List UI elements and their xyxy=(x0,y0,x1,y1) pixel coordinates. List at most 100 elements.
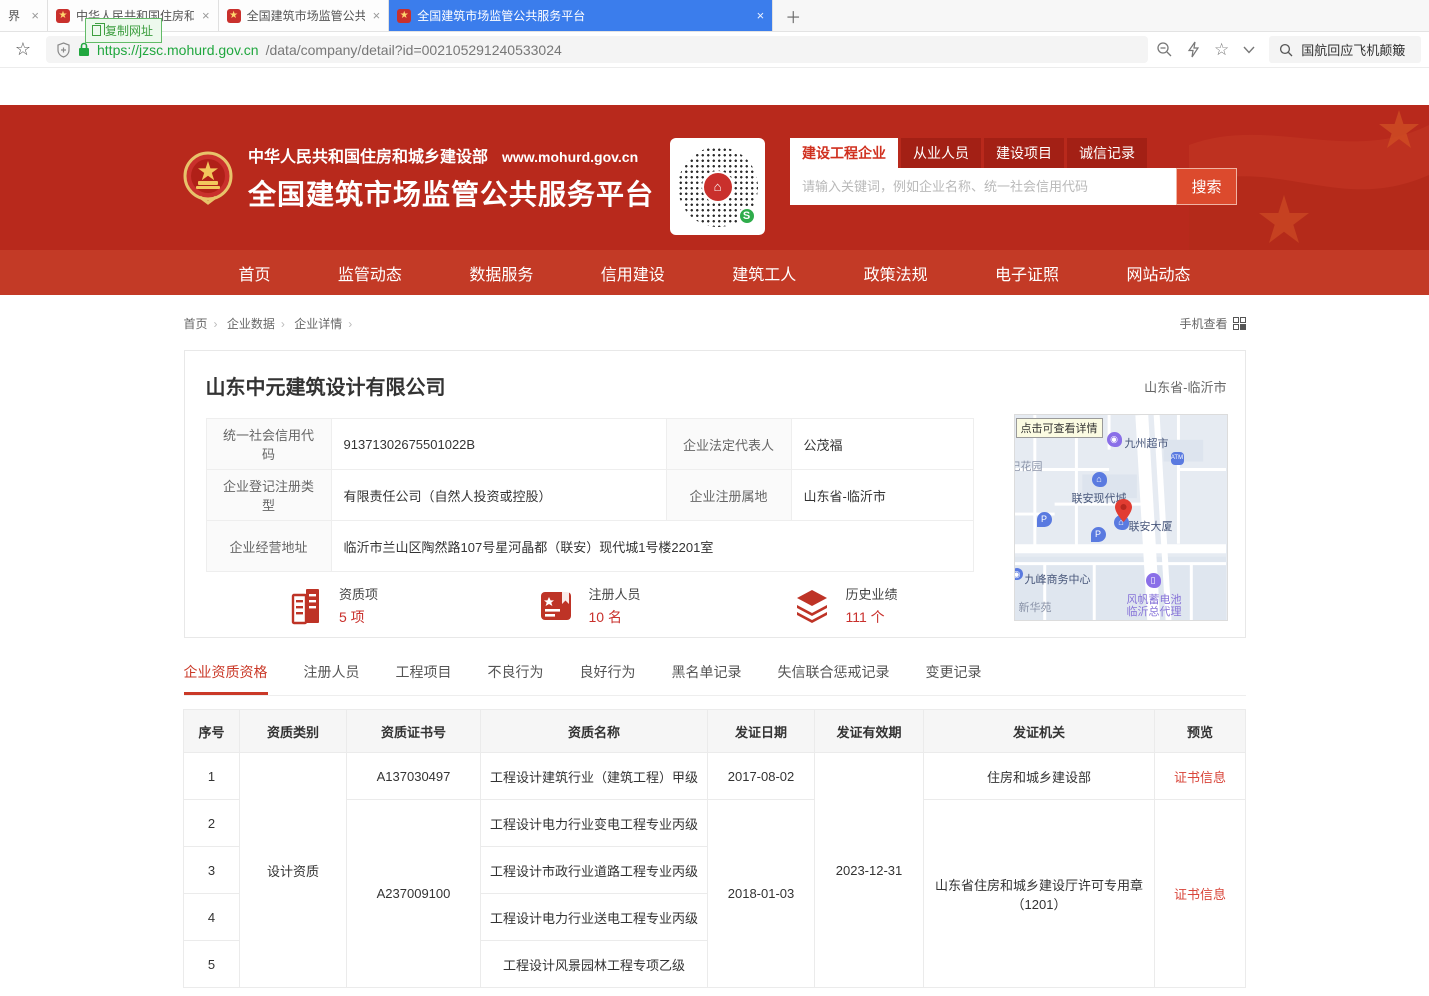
tab-dishonesty[interactable]: 失信联合惩戒记录 xyxy=(778,662,890,695)
spacer xyxy=(0,68,1429,105)
chevron-down-icon[interactable] xyxy=(1243,46,1255,54)
shield-plus-icon xyxy=(56,42,71,58)
wechat-icon: S xyxy=(738,207,756,225)
browser-tab-active[interactable]: ★ 全国建筑市场监管公共服务平台 × xyxy=(389,0,773,31)
tab-qualifications[interactable]: 企业资质资格 xyxy=(184,662,268,695)
tab-good-behavior[interactable]: 良好行为 xyxy=(580,662,636,695)
copy-url-tooltip[interactable]: 复制网址 xyxy=(85,18,162,43)
ministry-name: 中华人民共和国住房和城乡建设部 xyxy=(248,143,488,167)
browser-tab-2[interactable]: ★ 全国建筑市场监管公共服务平台 × xyxy=(219,0,390,31)
field-label: 企业注册属地 xyxy=(666,470,791,521)
row-no: 2 xyxy=(184,800,240,847)
emblem-favicon-icon: ★ xyxy=(56,9,70,23)
breadcrumb-enterprise-data[interactable]: 企业数据 xyxy=(227,317,275,331)
breadcrumb-detail: 企业详情 xyxy=(294,317,342,331)
tab-close-icon[interactable]: × xyxy=(373,8,381,23)
detail-tabs: 企业资质资格 注册人员 工程项目 不良行为 良好行为 黑名单记录 失信联合惩戒记… xyxy=(184,662,1246,696)
breadcrumb-home[interactable]: 首页 xyxy=(184,317,208,331)
building-pin-icon: ⌂ xyxy=(1092,472,1107,487)
browser-url-bar: ☆ https://jzsc.mohurd.gov.cn/data/compan… xyxy=(0,32,1429,68)
zoom-out-icon[interactable] xyxy=(1156,41,1173,58)
nav-workers[interactable]: 建筑工人 xyxy=(732,261,796,285)
search-tab-credit[interactable]: 诚信记录 xyxy=(1067,138,1147,168)
breadcrumb-row: 首页› 企业数据› 企业详情› 手机查看 xyxy=(184,315,1246,332)
search-tab-project[interactable]: 建设项目 xyxy=(984,138,1064,168)
nav-policy[interactable]: 政策法规 xyxy=(864,261,928,285)
tab-close-icon[interactable]: × xyxy=(31,8,39,23)
field-label: 企业经营地址 xyxy=(206,521,331,572)
bookmark-star-icon[interactable]: ☆ xyxy=(8,39,38,60)
layers-icon xyxy=(793,588,831,624)
atm-icon: ATM xyxy=(1171,452,1184,465)
new-tab-button[interactable]: ＋ xyxy=(773,0,813,31)
nav-credit[interactable]: 信用建设 xyxy=(601,261,665,285)
qual-name-cell: 工程设计电力行业送电工程专业丙级 xyxy=(481,894,708,941)
browser-tab-0[interactable]: 界 × xyxy=(0,0,48,31)
search-tab-personnel[interactable]: 从业人员 xyxy=(901,138,981,168)
issue-date-cell: 2017-08-02 xyxy=(708,753,815,800)
secure-lock-icon xyxy=(78,42,90,57)
tab-projects[interactable]: 工程项目 xyxy=(396,662,452,695)
nav-site-news[interactable]: 网站动态 xyxy=(1126,261,1190,285)
platform-title: 全国建筑市场监管公共服务平台 xyxy=(248,173,654,213)
certificate-info-link[interactable]: 证书信息 xyxy=(1155,753,1246,800)
company-region: 山东省-临沂市 xyxy=(1144,377,1226,396)
stat-value: 111 个 xyxy=(845,607,897,627)
map-label-lianan-tower: 联安大厦 xyxy=(1129,518,1173,534)
company-card: 山东中元建筑设计有限公司 山东省-临沂市 统一社会信用代码 9137130267… xyxy=(184,350,1246,638)
ministry-url: www.mohurd.gov.cn xyxy=(502,149,638,165)
main-nav: 首页 监管动态 数据服务 信用建设 建筑工人 政策法规 电子证照 网站动态 xyxy=(0,250,1429,295)
qr-code-card[interactable]: ⌂ S xyxy=(670,138,765,235)
location-map[interactable]: 点击可查看详情 ◉ 九州超市 ATM 记花园 ⌂ 联安现代城 P ⌂ 联安大厦 … xyxy=(1014,414,1228,621)
copy-icon xyxy=(92,25,101,36)
stat-history-performance: 历史业绩 111 个 xyxy=(718,584,974,627)
lightning-icon[interactable] xyxy=(1187,41,1200,58)
certificate-info-link[interactable]: 证书信息 xyxy=(1155,800,1246,988)
map-tooltip[interactable]: 点击可查看详情 xyxy=(1016,418,1103,438)
site-search-button[interactable]: 搜索 xyxy=(1176,168,1237,205)
tab-bad-behavior[interactable]: 不良行为 xyxy=(488,662,544,695)
favorite-star-icon[interactable]: ☆ xyxy=(1214,40,1229,60)
tab-registered-personnel[interactable]: 注册人员 xyxy=(304,662,360,695)
stat-qualifications: 资质项 5 项 xyxy=(206,584,462,627)
search-icon xyxy=(1279,43,1293,57)
browser-quick-search[interactable]: 国航回应飞机颠簸 xyxy=(1269,36,1421,63)
tab-change-records[interactable]: 变更记录 xyxy=(926,662,982,695)
emblem-favicon-icon: ★ xyxy=(227,9,241,23)
company-name: 山东中元建筑设计有限公司 xyxy=(206,371,446,400)
breadcrumb: 首页› 企业数据› 企业详情› xyxy=(184,315,359,332)
search-tab-enterprise[interactable]: 建设工程企业 xyxy=(790,138,898,168)
tab-close-icon[interactable]: × xyxy=(202,8,210,23)
map-label-jiufeng: 九峰商务中心 xyxy=(1025,571,1091,587)
address-value: 临沂市兰山区陶然路107号星河晶都（联安）现代城1号楼2201室 xyxy=(331,521,973,572)
table-header-row: 序号 资质类别 资质证书号 资质名称 发证日期 发证有效期 发证机关 预览 xyxy=(184,710,1246,753)
address-bar[interactable]: https://jzsc.mohurd.gov.cn/data/company/… xyxy=(46,36,1148,63)
company-info-table: 统一社会信用代码 91371302675501022B 企业法定代表人 公茂福 … xyxy=(206,418,974,572)
emblem-favicon-icon: ★ xyxy=(397,9,411,23)
tab-close-icon[interactable]: × xyxy=(757,8,765,23)
nav-supervision[interactable]: 监管动态 xyxy=(338,261,402,285)
qr-code-icon: ⌂ S xyxy=(678,147,758,227)
cert-no-cell: A137030497 xyxy=(347,753,481,800)
qual-name-cell: 工程设计建筑行业（建筑工程）甲级 xyxy=(481,753,708,800)
tab-title: 全国建筑市场监管公共服务平台 xyxy=(247,7,365,24)
cert-no-cell: A237009100 xyxy=(347,800,481,988)
mobile-view-button[interactable]: 手机查看 xyxy=(1179,315,1245,332)
site-search-input[interactable] xyxy=(790,168,1176,205)
col-no: 序号 xyxy=(184,710,240,753)
row-no: 1 xyxy=(184,753,240,800)
nav-data-service[interactable]: 数据服务 xyxy=(469,261,533,285)
qualification-table: 序号 资质类别 资质证书号 资质名称 发证日期 发证有效期 发证机关 预览 1 … xyxy=(183,709,1246,988)
authority-cell: 住房和城乡建设部 xyxy=(924,753,1155,800)
map-label-xinhua: 新华苑 xyxy=(1019,599,1052,615)
tab-blacklist[interactable]: 黑名单记录 xyxy=(672,662,742,695)
qual-name-cell: 工程设计电力行业变电工程专业丙级 xyxy=(481,800,708,847)
site-logo[interactable]: 中华人民共和国住房和城乡建设部 www.mohurd.gov.cn 全国建筑市场… xyxy=(183,143,654,213)
issue-date-cell: 2018-01-03 xyxy=(708,800,815,988)
nav-e-license[interactable]: 电子证照 xyxy=(995,261,1059,285)
stat-value: 5 项 xyxy=(339,607,378,627)
field-label: 统一社会信用代码 xyxy=(206,419,331,470)
building-icon xyxy=(289,587,325,625)
nav-home[interactable]: 首页 xyxy=(239,261,271,285)
qr-mini-icon xyxy=(1233,317,1246,330)
